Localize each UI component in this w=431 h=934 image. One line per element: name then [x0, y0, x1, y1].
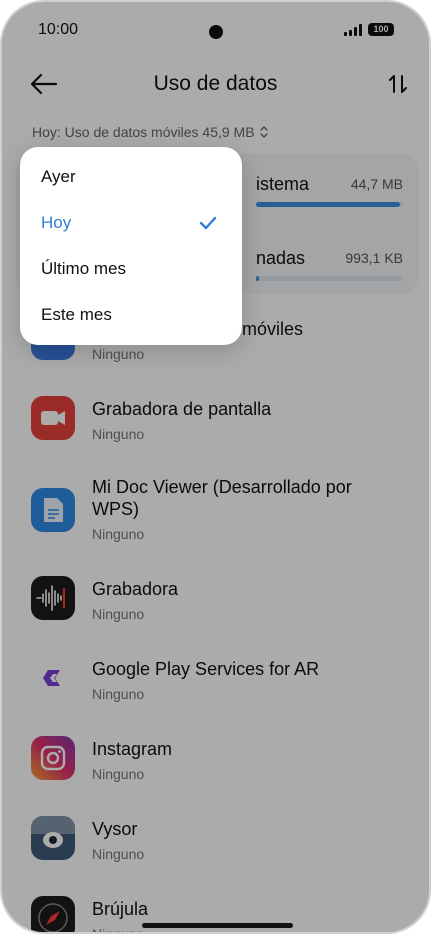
dropdown-option-este-mes[interactable]: Este mes — [20, 292, 242, 338]
modal-scrim[interactable] — [2, 2, 429, 932]
period-dropdown: Ayer Hoy Último mes Este mes — [20, 147, 242, 345]
home-indicator[interactable] — [142, 923, 293, 928]
dropdown-option-ultimo-mes[interactable]: Último mes — [20, 246, 242, 292]
dropdown-option-label: Hoy — [41, 213, 72, 232]
dropdown-option-hoy[interactable]: Hoy — [20, 200, 242, 246]
dropdown-option-ayer[interactable]: Ayer — [20, 154, 242, 200]
phone-screen: 10:00 100 Uso de datos Hoy: Uso de datos… — [0, 0, 431, 934]
check-icon — [199, 216, 217, 230]
